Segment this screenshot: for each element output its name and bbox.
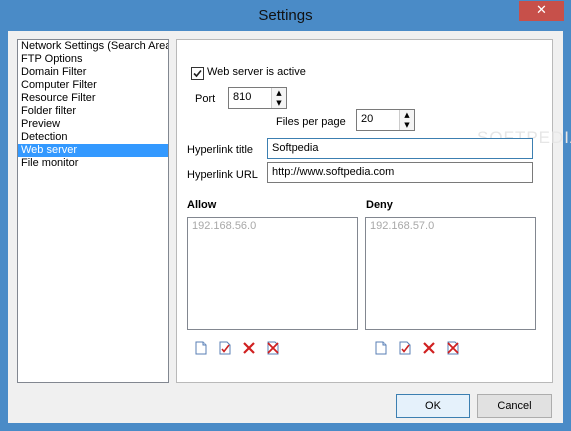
files-per-page-down-arrow-icon[interactable]: ▼: [400, 120, 414, 130]
nav-item-preview[interactable]: Preview: [18, 118, 168, 131]
web-server-panel: SOFTPEDIA Web server is active Port 810 …: [176, 39, 571, 383]
deny-heading: Deny: [366, 199, 393, 211]
deny-clear-icon[interactable]: [446, 341, 460, 355]
port-spinner[interactable]: 810 ▲ ▼: [228, 87, 287, 109]
checkmark-icon: [193, 69, 202, 78]
files-per-page-spinner-arrows: ▲ ▼: [399, 110, 414, 130]
deny-new-icon[interactable]: [374, 341, 388, 355]
nav-item-resource-filter[interactable]: Resource Filter: [18, 92, 168, 105]
allow-list-item[interactable]: 192.168.56.0: [192, 220, 256, 232]
close-button[interactable]: ✕: [519, 1, 564, 21]
allow-delete-icon[interactable]: [242, 341, 256, 355]
hyperlink-title-input[interactable]: Softpedia: [267, 138, 533, 159]
port-spinner-arrows: ▲ ▼: [271, 88, 286, 108]
deny-edit-icon[interactable]: [398, 341, 412, 355]
allow-list[interactable]: 192.168.56.0: [187, 217, 358, 330]
port-down-arrow-icon[interactable]: ▼: [272, 98, 286, 108]
hyperlink-title-value: Softpedia: [272, 142, 319, 154]
allow-clear-icon[interactable]: [266, 341, 280, 355]
settings-window: Settings ✕ Network Settings (Search Area…: [0, 0, 571, 431]
nav-item-domain-filter[interactable]: Domain Filter: [18, 66, 168, 79]
nav-item-computer-filter[interactable]: Computer Filter: [18, 79, 168, 92]
hyperlink-title-label: Hyperlink title: [187, 144, 254, 156]
hyperlink-url-value: http://www.softpedia.com: [272, 166, 395, 178]
title-bar[interactable]: Settings ✕: [1, 1, 570, 31]
web-server-active-label[interactable]: Web server is active: [207, 66, 306, 78]
allow-heading: Allow: [187, 199, 217, 211]
files-per-page-spinner[interactable]: 20 ▲ ▼: [356, 109, 415, 131]
nav-item-folder-filter[interactable]: Folder filter: [18, 105, 168, 118]
files-per-page-value[interactable]: 20: [361, 113, 373, 125]
nav-item-network-settings[interactable]: Network Settings (Search Area: [18, 40, 168, 53]
deny-delete-icon[interactable]: [422, 341, 436, 355]
port-value[interactable]: 810: [233, 91, 251, 103]
allow-edit-icon[interactable]: [218, 341, 232, 355]
nav-item-ftp-options[interactable]: FTP Options: [18, 53, 168, 66]
port-label: Port: [195, 93, 216, 105]
hyperlink-url-input[interactable]: http://www.softpedia.com: [267, 162, 533, 183]
nav-item-detection[interactable]: Detection: [18, 131, 168, 144]
ok-button[interactable]: OK: [396, 394, 470, 418]
nav-item-file-monitor[interactable]: File monitor: [18, 157, 168, 170]
files-per-page-label: Files per page: [276, 116, 346, 128]
deny-list[interactable]: 192.168.57.0: [365, 217, 536, 330]
allow-new-icon[interactable]: [194, 341, 208, 355]
nav-item-web-server[interactable]: Web server: [18, 144, 168, 157]
hyperlink-url-label: Hyperlink URL: [187, 169, 258, 181]
deny-list-item[interactable]: 192.168.57.0: [370, 220, 434, 232]
settings-category-list[interactable]: Network Settings (Search Area FTP Option…: [17, 39, 169, 383]
web-server-active-checkbox[interactable]: [191, 67, 204, 80]
dialog-body: Network Settings (Search Area FTP Option…: [8, 31, 571, 423]
window-title: Settings: [258, 7, 313, 24]
cancel-button[interactable]: Cancel: [477, 394, 552, 418]
